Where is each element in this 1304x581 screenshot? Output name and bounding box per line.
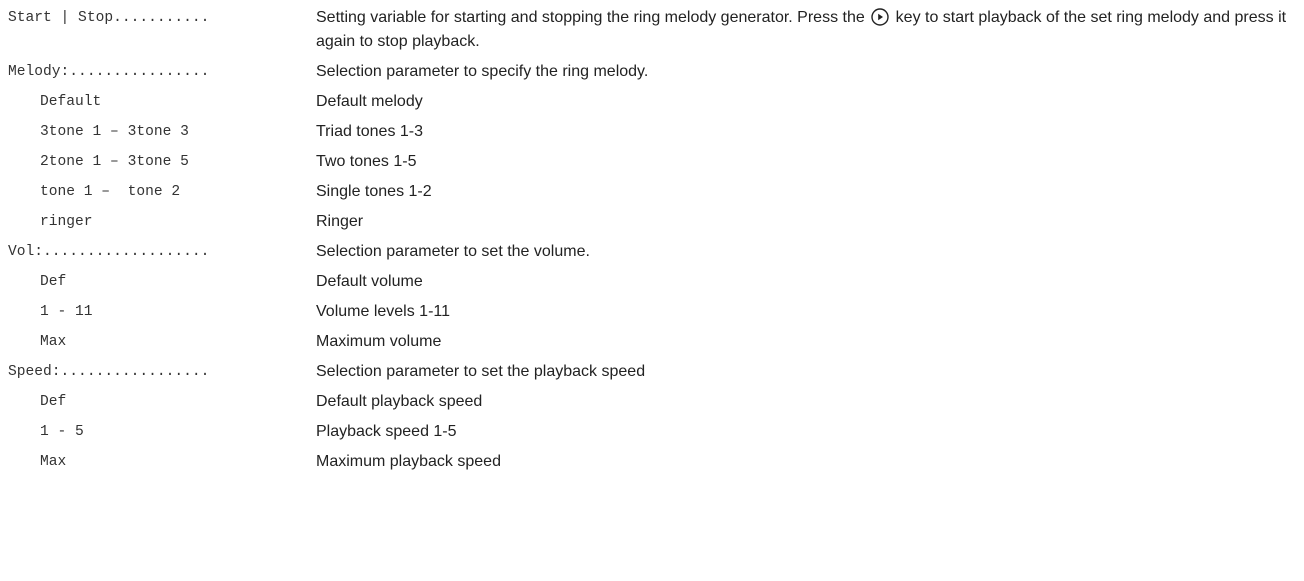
option-description: Ringer xyxy=(316,213,364,230)
option-description: Playback speed 1-5 xyxy=(316,423,457,440)
option-row: Def Default playback speed xyxy=(8,390,1298,414)
param-description: Setting variable for starting and stoppi… xyxy=(316,6,1298,54)
param-row-speed: Speed:................. Selection parame… xyxy=(8,360,1298,384)
option-description: Default melody xyxy=(316,93,423,110)
option-description: Triad tones 1-3 xyxy=(316,123,424,140)
option-value: tone 1 – tone 2 xyxy=(40,184,181,200)
param-term: Vol:................... xyxy=(8,244,210,260)
option-row: Default Default melody xyxy=(8,90,1298,114)
option-row: tone 1 – tone 2 Single tones 1-2 xyxy=(8,180,1298,204)
option-description: Default volume xyxy=(316,273,423,290)
option-row: 1 - 5 Playback speed 1-5 xyxy=(8,420,1298,444)
play-key-icon xyxy=(871,8,889,26)
option-value: 1 - 5 xyxy=(40,424,84,440)
option-value: 3tone 1 – 3tone 3 xyxy=(40,124,189,140)
param-term: Melody:................ xyxy=(8,64,210,80)
option-value: Def xyxy=(40,394,67,410)
option-row: Max Maximum volume xyxy=(8,330,1298,354)
option-description: Maximum volume xyxy=(316,333,442,350)
param-row-vol: Vol:................... Selection parame… xyxy=(8,240,1298,264)
param-description: Selection parameter to specify the ring … xyxy=(316,63,649,80)
option-value: ringer xyxy=(40,214,93,230)
option-row: 1 - 11 Volume levels 1-11 xyxy=(8,300,1298,324)
param-term: Start | Stop........... xyxy=(8,10,210,26)
option-description: Single tones 1-2 xyxy=(316,183,432,200)
option-value: Max xyxy=(40,334,67,350)
description-text: Setting variable for starting and stoppi… xyxy=(316,9,865,26)
option-description: Default playback speed xyxy=(316,393,483,410)
param-description: Selection parameter to set the volume. xyxy=(316,243,590,260)
option-row: Def Default volume xyxy=(8,270,1298,294)
option-value: 2tone 1 – 3tone 5 xyxy=(40,154,189,170)
option-description: Maximum playback speed xyxy=(316,453,501,470)
option-value: Def xyxy=(40,274,67,290)
option-description: Two tones 1-5 xyxy=(316,153,417,170)
option-value: 1 - 11 xyxy=(40,304,93,320)
option-row: ringer Ringer xyxy=(8,210,1298,234)
option-row: 2tone 1 – 3tone 5 Two tones 1-5 xyxy=(8,150,1298,174)
option-value: Max xyxy=(40,454,67,470)
param-description: Selection parameter to set the playback … xyxy=(316,363,646,380)
option-row: 3tone 1 – 3tone 3 Triad tones 1-3 xyxy=(8,120,1298,144)
param-row-start-stop: Start | Stop........... Setting variable… xyxy=(8,6,1298,54)
parameter-list: Start | Stop........... Setting variable… xyxy=(8,6,1298,474)
param-row-melody: Melody:................ Selection parame… xyxy=(8,60,1298,84)
option-description: Volume levels 1-11 xyxy=(316,303,450,320)
option-value: Default xyxy=(40,94,102,110)
option-row: Max Maximum playback speed xyxy=(8,450,1298,474)
param-term: Speed:................. xyxy=(8,364,210,380)
